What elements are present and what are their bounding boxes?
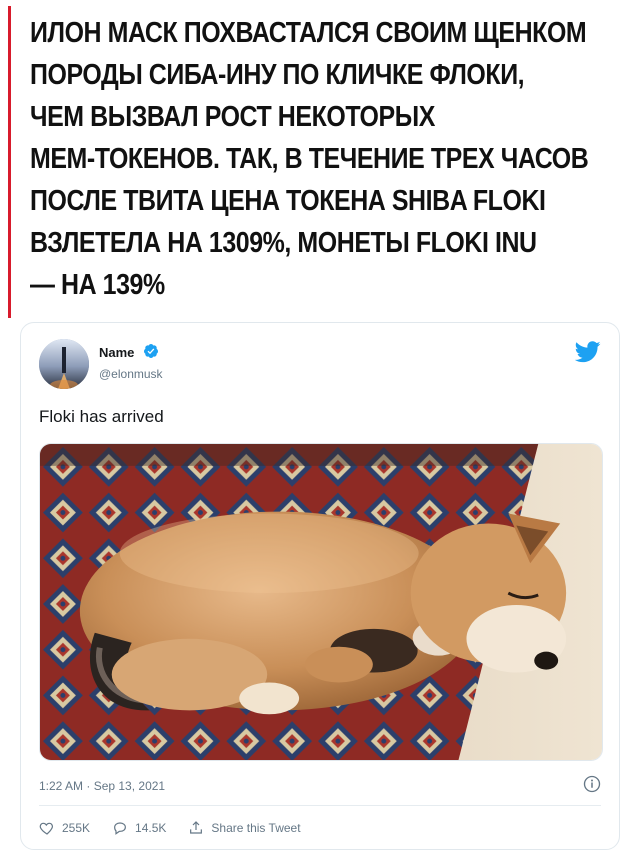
headline-line: МЕМ-ТОКЕНОВ. ТАК, В ТЕЧЕНИЕ ТРЕХ ЧАСОВ	[30, 143, 589, 175]
divider	[39, 805, 601, 806]
heart-icon	[39, 822, 53, 835]
tweet-text: Floki has arrived	[39, 407, 164, 426]
like-count: 255K	[62, 821, 91, 835]
tweet-actions: 255K 14.5K Share this Tweet	[39, 817, 301, 839]
like-button[interactable]: 255K	[39, 820, 90, 836]
info-icon[interactable]	[583, 775, 601, 793]
reply-button[interactable]: 14.5K	[112, 820, 166, 836]
headline-line: ЧЕМ ВЫЗВАЛ РОСТ НЕКОТОРЫХ	[30, 101, 435, 133]
share-button[interactable]: Share this Tweet	[188, 820, 301, 836]
user-name[interactable]: Name	[99, 345, 134, 360]
share-label: Share this Tweet	[211, 821, 301, 835]
tweet-photo[interactable]	[39, 443, 603, 761]
headline-line: ИЛОН МАСК ПОХВАСТАЛСЯ СВОИМ ЩЕНКОМ	[30, 17, 587, 49]
avatar[interactable]	[39, 339, 89, 389]
share-icon	[190, 821, 203, 834]
headline: ИЛОН МАСК ПОХВАСТАЛСЯ СВОИМ ЩЕНКОМ ПОРОД…	[30, 12, 589, 306]
tweet-card: Name @elonmusk Floki has arrived 1:22 AM…	[20, 322, 620, 850]
reply-icon	[114, 822, 126, 835]
puppy-photo	[40, 444, 602, 760]
reply-count: 14.5K	[135, 821, 167, 835]
verified-badge-icon	[143, 344, 158, 358]
headline-line: ПОРОДЫ СИБА-ИНУ ПО КЛИЧКЕ ФЛОКИ,	[30, 59, 525, 91]
headline-line: — НА 139%	[30, 269, 165, 301]
headline-line: ПОСЛЕ ТВИТА ЦЕНА ТОКЕНА SHIBA FLOKI	[30, 185, 546, 217]
headline-accent-bar	[8, 6, 11, 318]
headline-line: ВЗЛЕТЕЛА НА 1309%, МОНЕТЫ FLOKI INU	[30, 227, 537, 259]
tweet-timestamp[interactable]: 1:22 AM · Sep 13, 2021	[39, 779, 165, 793]
twitter-bird-icon[interactable]	[575, 341, 601, 363]
avatar-image	[39, 339, 89, 389]
user-handle[interactable]: @elonmusk	[99, 367, 163, 381]
